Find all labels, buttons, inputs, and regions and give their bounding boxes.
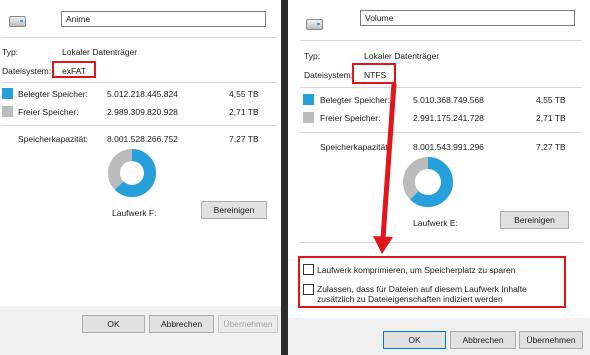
free-size: 2,71 TB <box>229 107 259 117</box>
apply-button[interactable]: Übernehmen <box>218 315 278 333</box>
capacity-size: 7,27 TB <box>536 142 566 152</box>
free-bytes: 2.991.175.241.728 <box>413 113 484 123</box>
separator <box>2 82 276 83</box>
usage-donut <box>403 157 453 207</box>
capacity-bytes: 8.001.528.266.752 <box>107 134 178 144</box>
drive-icon <box>306 19 323 30</box>
separator <box>300 242 582 243</box>
separator <box>2 125 276 126</box>
ok-button[interactable]: OK <box>383 331 446 349</box>
used-size: 4,55 TB <box>229 89 259 99</box>
drive-letter-label: Laufwerk F: <box>112 208 157 218</box>
free-label: Freier Speicher: <box>18 107 79 117</box>
capacity-label: Speicherkapazität: <box>18 134 88 144</box>
right-properties-dialog: Volume Typ: Lokaler Datenträger Dateisys… <box>288 0 590 355</box>
separator <box>300 132 582 133</box>
ok-button[interactable]: OK <box>82 315 145 333</box>
used-swatch <box>303 94 314 105</box>
index-label-line1: Zulassen, dass für Dateien auf diesem La… <box>317 284 527 294</box>
filesystem-label: Dateisystem: <box>304 70 354 80</box>
usage-donut <box>108 149 156 197</box>
capacity-size: 7,27 TB <box>229 134 259 144</box>
type-value: Lokaler Datenträger <box>62 47 138 57</box>
filesystem-label: Dateisystem: <box>2 66 52 76</box>
used-size: 4,55 TB <box>536 95 566 105</box>
used-swatch <box>2 88 13 99</box>
cleanup-button[interactable]: Bereinigen <box>201 201 267 219</box>
apply-button[interactable]: Übernehmen <box>519 331 583 349</box>
free-swatch <box>303 112 314 123</box>
free-size: 2,71 TB <box>536 113 566 123</box>
separator <box>2 37 276 38</box>
window-gap <box>281 0 288 355</box>
type-label: Typ: <box>2 47 19 57</box>
used-label: Belegter Speicher: <box>320 95 390 105</box>
cleanup-button[interactable]: Bereinigen <box>500 211 569 229</box>
drive-icon <box>9 16 26 27</box>
volume-name-input[interactable]: Volume <box>360 10 575 26</box>
compress-label: Laufwerk komprimieren, um Speicherplatz … <box>317 265 516 275</box>
type-label: Typ: <box>304 51 321 61</box>
used-bytes: 5.012.218.445.824 <box>107 89 178 99</box>
used-label: Belegter Speicher: <box>18 89 88 99</box>
free-bytes: 2.989.309.820.928 <box>107 107 178 117</box>
capacity-label: Speicherkapazität: <box>320 142 390 152</box>
separator <box>300 40 582 41</box>
cancel-button[interactable]: Abbrechen <box>450 331 516 349</box>
capacity-bytes: 8.001.543.991.296 <box>413 142 484 152</box>
left-properties-dialog: Anime Typ: Lokaler Datenträger Dateisyst… <box>0 0 281 355</box>
filesystem-highlight <box>352 63 396 84</box>
free-label: Freier Speicher: <box>320 113 381 123</box>
free-swatch <box>2 106 13 117</box>
filesystem-highlight <box>52 61 96 78</box>
separator <box>300 87 582 88</box>
compress-checkbox[interactable] <box>303 264 314 275</box>
type-value: Lokaler Datenträger <box>364 51 440 61</box>
used-bytes: 5.010.368.749.568 <box>413 95 484 105</box>
drive-letter-label: Laufwerk E: <box>413 218 458 228</box>
index-label-line2: zusätzlich zu Dateieigenschaften indizie… <box>317 294 503 304</box>
index-checkbox[interactable] <box>303 284 314 295</box>
volume-name-input[interactable]: Anime <box>61 11 266 27</box>
cancel-button[interactable]: Abbrechen <box>149 315 214 333</box>
